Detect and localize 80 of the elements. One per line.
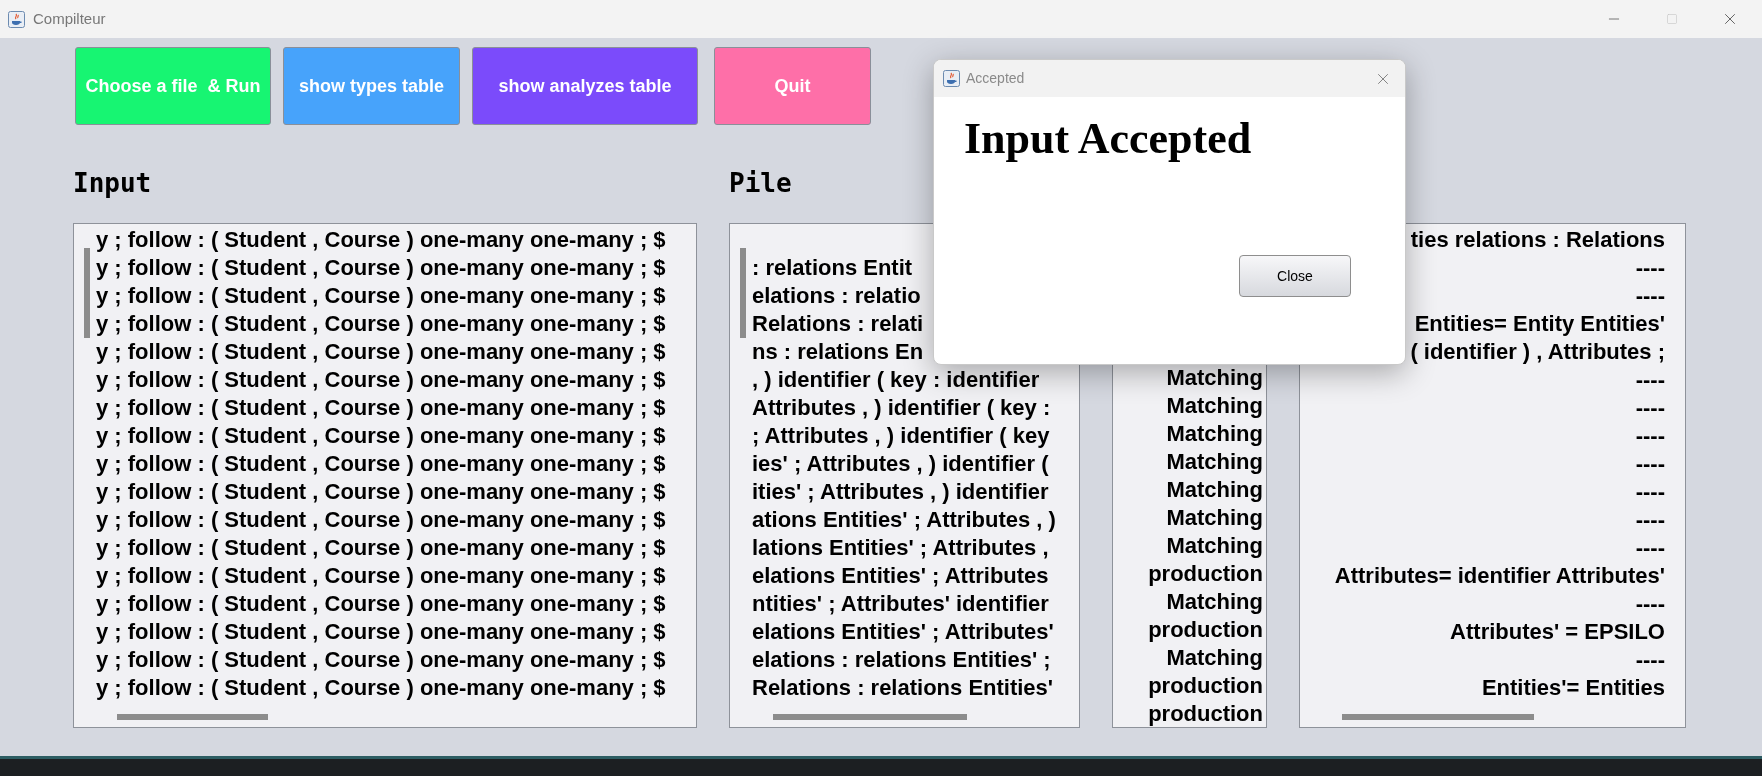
text-line: Attributes , ) identifier ( key : — [752, 394, 1052, 422]
scrollbar-thumb[interactable] — [117, 714, 268, 720]
text-line: Matching — [1165, 364, 1263, 392]
text-line: ations Entities' ; Attributes , ) — [752, 506, 1057, 534]
text-line: production — [1147, 700, 1263, 727]
text-line: y ; follow : ( Student , Course ) one-many one-many ; $ — [96, 422, 667, 450]
scrollbar-thumb[interactable] — [773, 714, 967, 720]
text-line: y ; follow : ( Student , Course ) one-many one-many ; $ — [96, 478, 667, 506]
section-heading: Input — [73, 170, 152, 196]
text-line: elations Entities' ; Attributes' — [752, 618, 1055, 646]
text-line: ---- — [1634, 478, 1665, 506]
text-line: Matching — [1165, 476, 1263, 504]
text-line: : relations Entit — [752, 254, 914, 282]
scrollbar-thumb[interactable] — [740, 248, 746, 338]
text-line: Entities= Entity Entities' — [1413, 310, 1665, 338]
text-line: ---- — [1634, 366, 1665, 394]
toolbar-button[interactable]: show types table — [283, 47, 460, 125]
text-line: elations : relations Entities' ; — [752, 646, 1052, 674]
toolbar-button[interactable]: Choose a file & Run — [75, 47, 271, 125]
maximize-icon[interactable] — [1666, 13, 1678, 25]
text-line: y ; follow : ( Student , Course ) one-many one-many ; $ — [96, 338, 667, 366]
window-title: Compilteur — [33, 8, 106, 29]
text-line: Matching — [1165, 420, 1263, 448]
text-line: production — [1147, 560, 1263, 588]
text-line: ( identifier ) , Attributes ; — [1409, 338, 1665, 366]
text-line: ---- — [1634, 282, 1665, 310]
text-line: ---- — [1634, 422, 1665, 450]
text-line: ---- — [1634, 450, 1665, 478]
text-line: y ; follow : ( Student , Course ) one-many one-many ; $ — [96, 674, 667, 702]
text-line: ; Attributes , ) identifier ( key — [752, 422, 1051, 450]
text-line: y ; follow : ( Student , Course ) one-many one-many ; $ — [96, 366, 667, 394]
text-line: ties relations : Relations — [1409, 226, 1665, 254]
text-line: ities' ; Attributes , ) identifier — [752, 478, 1050, 506]
text-line: , ) identifier ( key : identifier — [752, 366, 1041, 394]
scrollbar-thumb[interactable] — [1342, 714, 1534, 720]
text-line: y ; follow : ( Student , Course ) one-many one-many ; $ — [96, 282, 667, 310]
text-line: y ; follow : ( Student , Course ) one-many one-many ; $ — [96, 562, 667, 590]
text-line: y ; follow : ( Student , Course ) one-many one-many ; $ — [96, 506, 667, 534]
text-line: y ; follow : ( Student , Course ) one-many one-many ; $ — [96, 226, 667, 254]
text-line: ---- — [1634, 590, 1665, 618]
app-icon — [943, 70, 960, 87]
text-line: ntities' ; Attributes' identifier — [752, 590, 1050, 618]
text-line: elations Entities' ; Attributes — [752, 562, 1050, 590]
text-line: Relations : relations Entities' — [752, 674, 1055, 702]
text-line: Attributes= identifier Attributes' — [1333, 562, 1665, 590]
text-line: y ; follow : ( Student , Course ) one-many one-many ; $ — [96, 254, 667, 282]
text-line: y ; follow : ( Student , Course ) one-many one-many ; $ — [96, 534, 667, 562]
text-line: Matching — [1165, 644, 1263, 672]
text-line: y ; follow : ( Student , Course ) one-many one-many ; $ — [96, 394, 667, 422]
close-button[interactable]: Close — [1239, 255, 1351, 297]
text-line: Matching — [1165, 504, 1263, 532]
scrollbar-thumb[interactable] — [84, 248, 90, 338]
text-line: production — [1147, 672, 1263, 700]
text-line: ns : relations En — [752, 338, 925, 366]
text-line: y ; follow : ( Student , Course ) one-many one-many ; $ — [96, 590, 667, 618]
dialog-title: Accepted — [966, 69, 1025, 88]
text-line: elations : relatio — [752, 282, 922, 310]
text-line: Matching — [1165, 588, 1263, 616]
text-line: y ; follow : ( Student , Course ) one-many one-many ; $ — [96, 310, 667, 338]
toolbar-button[interactable]: Quit — [714, 47, 871, 125]
section-heading: Pile — [729, 170, 792, 196]
text-line: y ; follow : ( Student , Course ) one-many one-many ; $ — [96, 450, 667, 478]
text-line: ---- — [1634, 506, 1665, 534]
app-icon — [8, 10, 25, 28]
text-line: lations Entities' ; Attributes , — [752, 534, 1050, 562]
text-line: ies' ; Attributes , ) identifier ( — [752, 450, 1050, 478]
toolbar-button[interactable]: show analyzes table — [472, 47, 698, 125]
dialog-message: Input Accepted — [964, 117, 1253, 161]
text-line: ---- — [1634, 534, 1665, 562]
text-line: Matching — [1165, 392, 1263, 420]
text-line: Matching — [1165, 532, 1263, 560]
text-line: Matching — [1165, 448, 1263, 476]
text-line: production — [1147, 616, 1263, 644]
text-line: ---- — [1634, 646, 1665, 674]
text-line: y ; follow : ( Student , Course ) one-many one-many ; $ — [96, 618, 667, 646]
text-line: y ; follow : ( Student , Course ) one-many one-many ; $ — [96, 646, 667, 674]
text-line: ---- — [1634, 394, 1665, 422]
text-line: Relations : relati — [752, 310, 925, 338]
text-line: Entities'= Entities — [1480, 674, 1665, 702]
text-line: Attributes' = EPSILO — [1449, 618, 1665, 646]
